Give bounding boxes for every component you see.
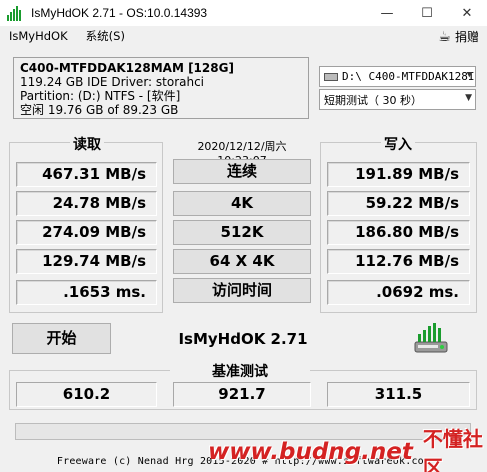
read-64x4k: 129.74 MB/s — [16, 249, 157, 274]
write-access-time: .0692 ms. — [327, 280, 470, 305]
minimize-button[interactable]: — — [367, 0, 407, 26]
test-access-time-button[interactable]: 访问时间 — [173, 278, 311, 303]
hdd-benchmark-icon — [414, 323, 448, 353]
title-bar: IsMyHdOK 2.71 - OS:10.0.14393 — ☐ ✕ — [0, 0, 487, 26]
drive-size-driver: 119.24 GB IDE Driver: storahci — [20, 75, 205, 89]
start-button[interactable]: 开始 — [12, 323, 111, 354]
benchmark-write: 311.5 — [327, 382, 470, 407]
progress-bar — [15, 423, 471, 440]
app-name: IsMyHdOK 2.71 — [178, 330, 308, 348]
chevron-down-icon: ▼ — [466, 70, 472, 80]
footer-text: Freeware (c) Nenad Hrg 2015-2020 # http:… — [56, 456, 431, 467]
disk-select-value: D:\ C400-MTFDDAK128I — [342, 70, 475, 83]
maximize-button[interactable]: ☐ — [407, 0, 447, 26]
drive-free-space: 空闲 19.76 GB of 89.23 GB — [20, 103, 179, 117]
donate-label: 捐赠 — [454, 30, 479, 44]
disk-select[interactable]: D:\ C400-MTFDDAK128I ▼ — [319, 66, 476, 87]
window-title: IsMyHdOK 2.71 - OS:10.0.14393 — [31, 6, 208, 20]
test-duration-value: 短期测试（ 30 秒） — [324, 93, 422, 107]
write-label: 写入 — [381, 134, 415, 154]
write-4k: 59.22 MB/s — [327, 191, 470, 216]
test-512k-button[interactable]: 512K — [173, 220, 311, 245]
donate-link[interactable]: ☕ 捐赠 — [438, 28, 479, 45]
drive-info-box: C400-MTFDDAK128MAM [128G] 119.24 GB IDE … — [13, 57, 309, 119]
drive-partition: Partition: (D:) NTFS - [软件] — [20, 89, 181, 103]
test-4k-button[interactable]: 4K — [173, 191, 311, 216]
hard-drive-icon — [324, 72, 338, 81]
read-access-time: .1653 ms. — [16, 280, 157, 305]
write-64x4k: 112.76 MB/s — [327, 249, 470, 274]
benchmark-label: 基准测试 — [170, 361, 310, 381]
test-64x4k-button[interactable]: 64 X 4K — [173, 249, 311, 274]
close-button[interactable]: ✕ — [447, 0, 487, 26]
benchmark-total: 921.7 — [173, 382, 311, 407]
window-controls: — ☐ ✕ — [367, 0, 487, 26]
chevron-down-icon: ▼ — [465, 93, 472, 103]
coffee-cup-icon: ☕ — [438, 28, 451, 45]
drive-model: C400-MTFDDAK128MAM [128G] — [20, 61, 234, 75]
test-duration-select[interactable]: 短期测试（ 30 秒） ▼ — [319, 89, 476, 110]
read-4k: 24.78 MB/s — [16, 191, 157, 216]
menu-ismyhdok[interactable]: IsMyHdOK — [0, 29, 77, 43]
test-sequential-button[interactable]: 连续 — [173, 159, 311, 184]
menu-bar: IsMyHdOK 系统(S) ☕ 捐赠 — [0, 26, 487, 46]
write-sequential: 191.89 MB/s — [327, 162, 470, 187]
read-512k: 274.09 MB/s — [16, 220, 157, 245]
benchmark-read: 610.2 — [16, 382, 157, 407]
bars-chart-icon — [7, 5, 23, 21]
read-label: 读取 — [70, 134, 104, 154]
read-sequential: 467.31 MB/s — [16, 162, 157, 187]
write-512k: 186.80 MB/s — [327, 220, 470, 245]
menu-system[interactable]: 系统(S) — [77, 28, 134, 44]
